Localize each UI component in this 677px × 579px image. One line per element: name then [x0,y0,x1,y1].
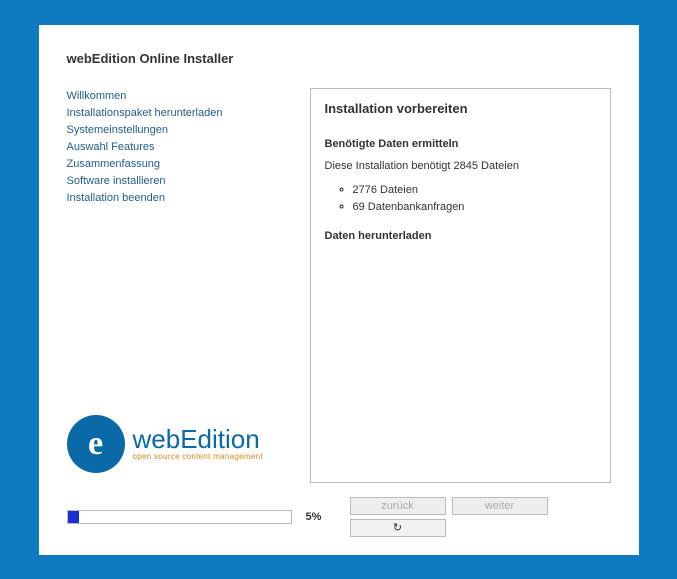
logo-brand: webEdition [133,426,263,452]
installer-panel: webEdition Online Installer Willkommen I… [39,25,639,555]
content-subheading-data: Benötigte Daten ermitteln [325,138,596,150]
reload-icon: ↻ [393,521,402,534]
logo-brand-light: web [133,424,181,454]
nav-item-features[interactable]: Auswahl Features [67,139,292,156]
content-list: 2776 Dateien 69 Datenbankanfragen [325,182,596,216]
content-text-required: Diese Installation benötigt 2845 Dateien [325,160,596,172]
button-row-reload: ↻ [350,519,446,537]
content-heading: Installation vorbereiten [325,101,596,116]
list-item: 2776 Dateien [353,182,596,199]
nav-item-finish[interactable]: Installation beenden [67,190,292,207]
button-row-nav: zurück weiter [350,497,548,515]
back-button[interactable]: zurück [350,497,446,515]
page-title: webEdition Online Installer [67,51,611,66]
content-subheading-download: Daten herunterladen [325,230,596,242]
nav-item-system-settings[interactable]: Systemeinstellungen [67,122,292,139]
nav-item-install-software[interactable]: Software installieren [67,173,292,190]
list-item: 69 Datenbankanfragen [353,199,596,216]
logo: e webEdition open source content managem… [67,415,292,473]
next-button[interactable]: weiter [452,497,548,515]
logo-circle-icon: e [67,415,125,473]
reload-button[interactable]: ↻ [350,519,446,537]
nav-item-welcome[interactable]: Willkommen [67,88,292,105]
nav-item-download-package[interactable]: Installationspaket herunterladen [67,105,292,122]
logo-text: webEdition open source content managemen… [133,426,263,461]
progress-fill [68,511,79,523]
nav-item-summary[interactable]: Zusammenfassung [67,156,292,173]
content-panel: Installation vorbereiten Benötigte Daten… [310,88,611,483]
progress-bar [67,510,292,524]
progress-percent: 5% [306,511,336,523]
footer: 5% zurück weiter ↻ [67,497,611,537]
logo-brand-bold: Edition [180,424,260,454]
button-group: zurück weiter ↻ [350,497,548,537]
logo-tagline: open source content management [133,453,263,461]
nav-list: Willkommen Installationspaket herunterla… [67,88,292,207]
main-area: Willkommen Installationspaket herunterla… [67,88,611,483]
sidebar: Willkommen Installationspaket herunterla… [67,88,292,483]
